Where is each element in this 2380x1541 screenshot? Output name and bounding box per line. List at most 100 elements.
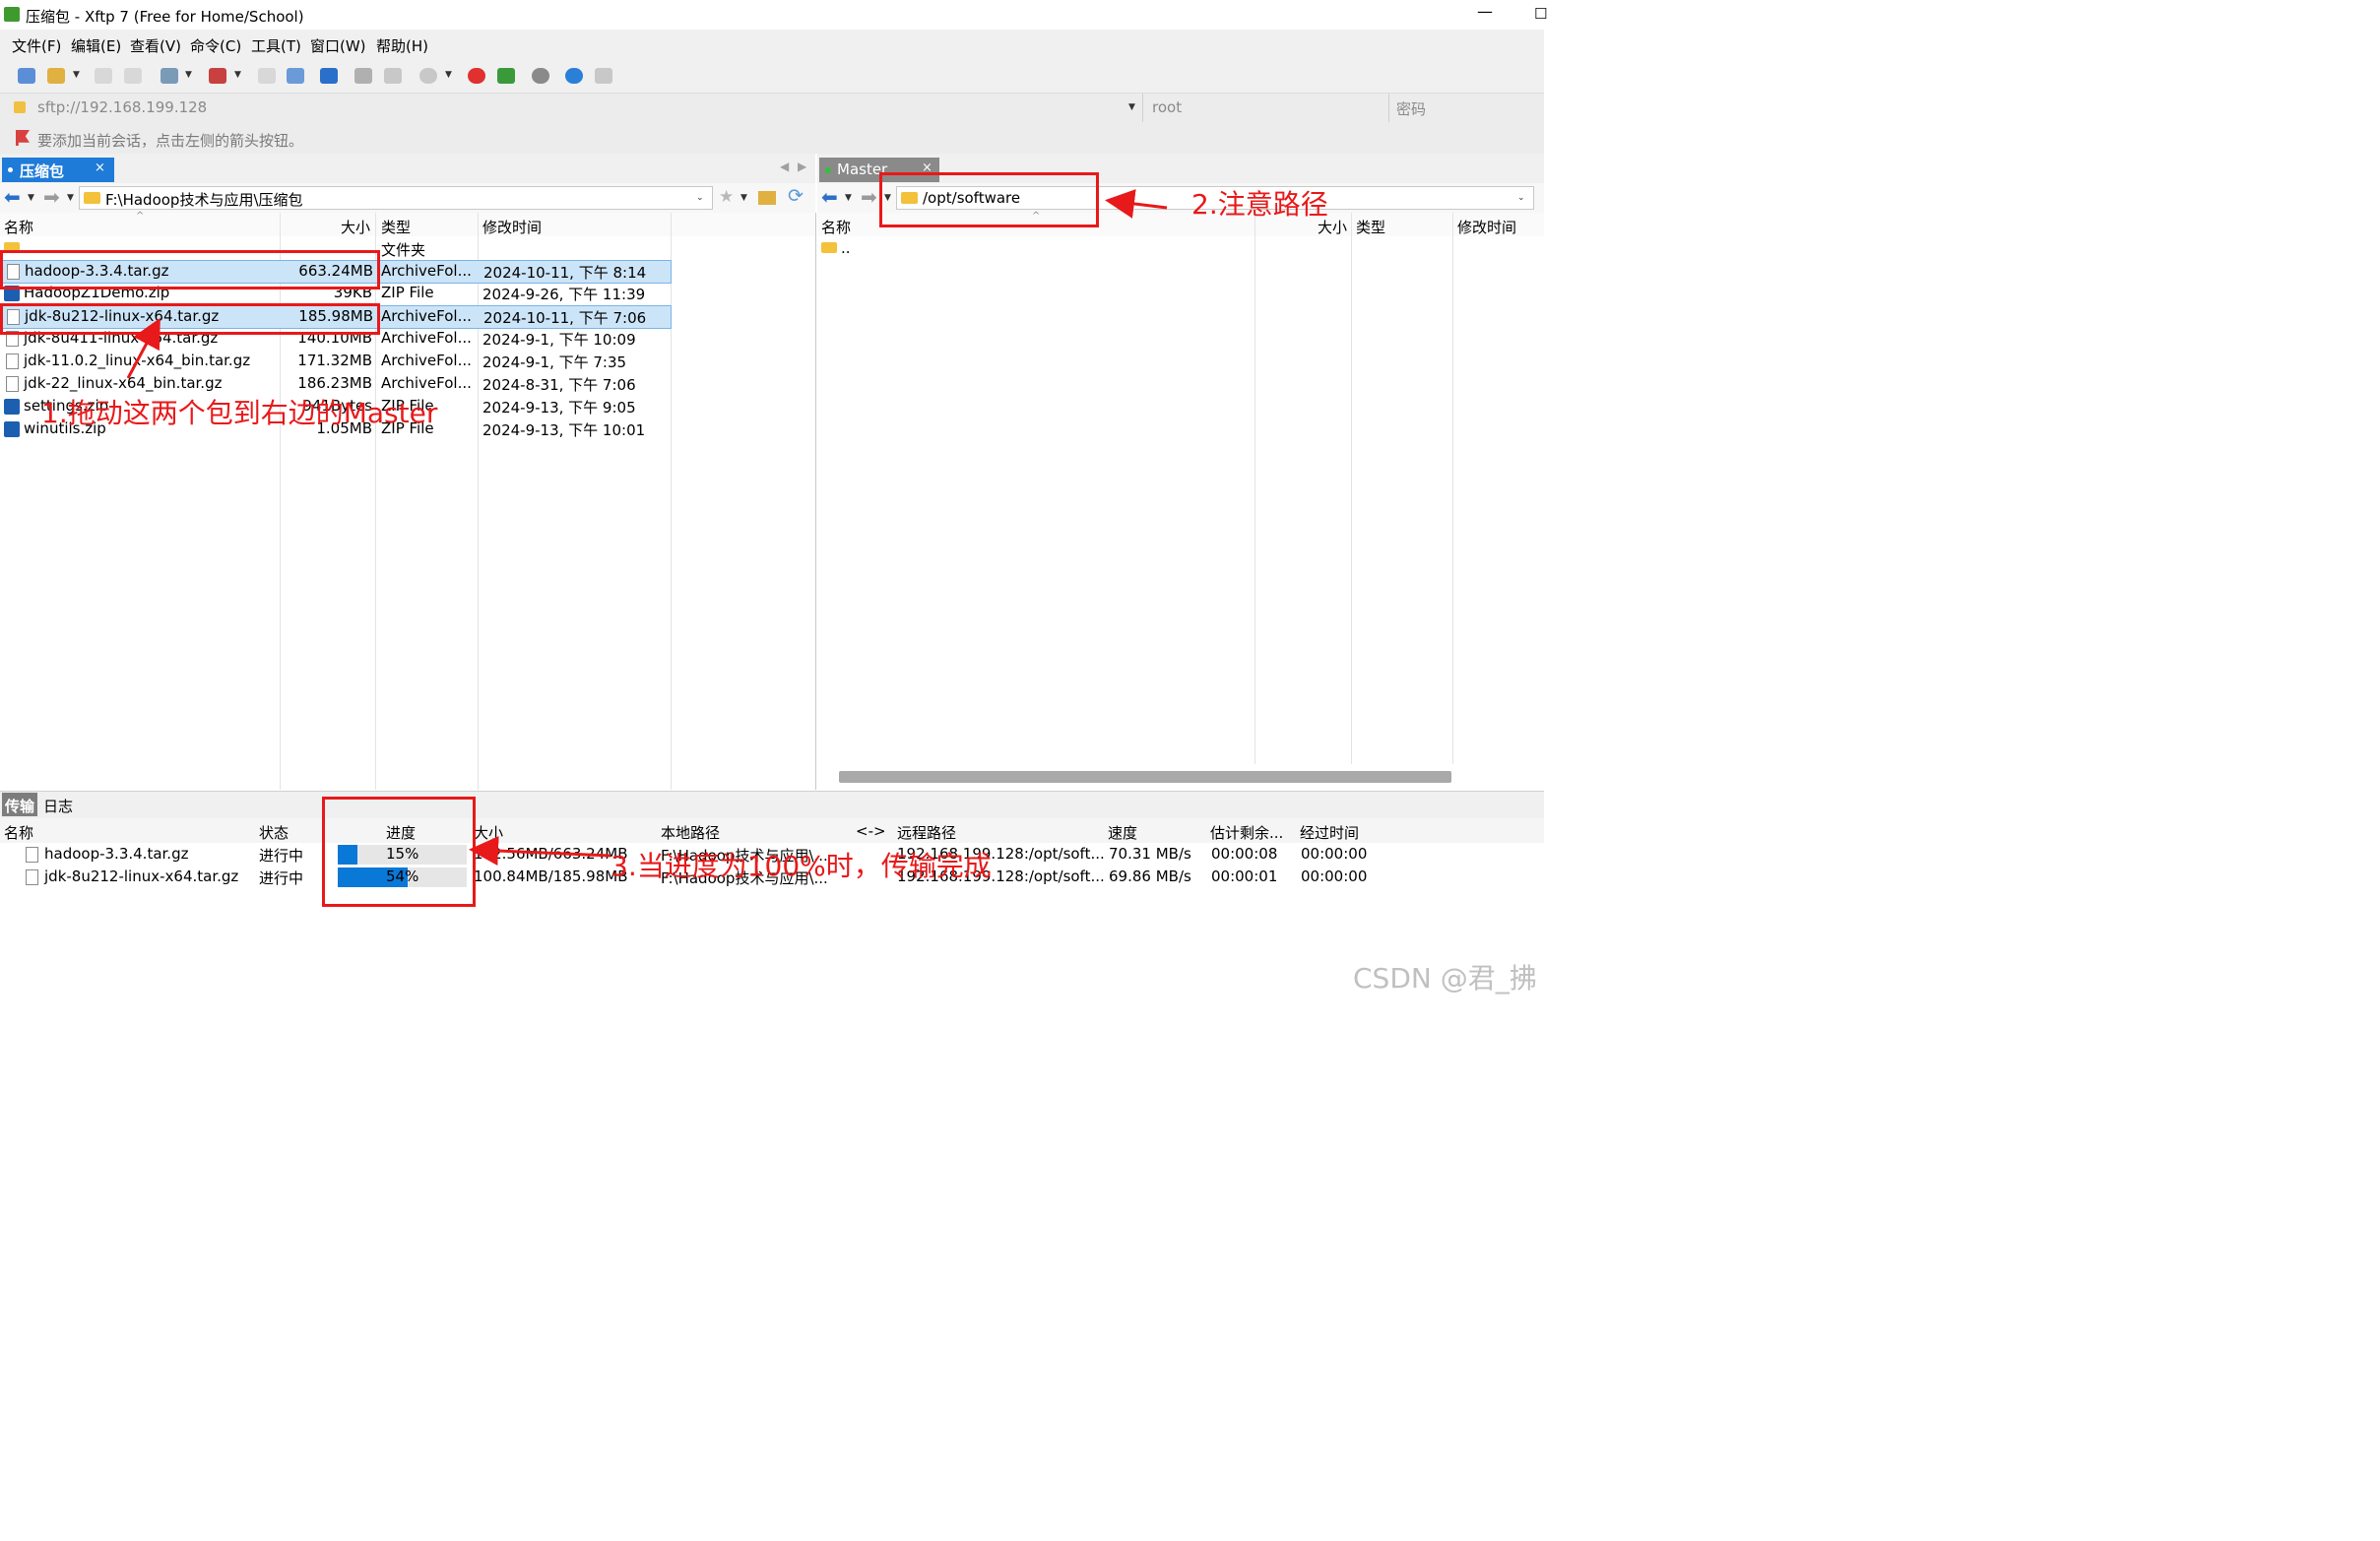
col-type[interactable]: 类型 — [381, 217, 411, 237]
col-status[interactable]: 状态 — [259, 822, 289, 843]
username-field[interactable]: root — [1152, 98, 1182, 116]
settings-gear-icon[interactable] — [532, 68, 549, 84]
home-icon[interactable] — [758, 191, 776, 205]
file-type: ArchiveFol... — [381, 352, 472, 369]
col-direction[interactable]: <-> — [856, 822, 886, 840]
file-icon — [6, 353, 19, 369]
chevron-down-icon[interactable]: ▼ — [234, 70, 241, 80]
chevron-down-icon[interactable]: ⌄ — [696, 193, 704, 203]
col-transfer-size[interactable]: 大小 — [474, 822, 503, 843]
file-modified: 2024-10-11, 下午 8:14 — [483, 264, 647, 282]
file-name: .. — [841, 239, 851, 257]
file-type: 文件夹 — [381, 241, 426, 259]
toolbar: ▼ ▼ ▼ ▼ — [0, 59, 1544, 93]
chevron-down-icon[interactable]: ▼ — [740, 193, 747, 203]
minimize-button[interactable]: — — [1477, 2, 1493, 21]
back-arrow-icon[interactable]: ⬅ — [4, 185, 21, 209]
col-size[interactable]: 大小 — [341, 217, 370, 237]
tab-prev-icon[interactable]: ◀ — [780, 160, 789, 173]
chevron-down-icon[interactable]: ▼ — [67, 193, 74, 203]
col-eta[interactable]: 估计剩余... — [1210, 822, 1283, 843]
menu-window[interactable]: 窗口(W) — [310, 35, 366, 56]
menu-help[interactable]: 帮助(H) — [376, 35, 428, 56]
xftp-icon[interactable] — [497, 68, 515, 84]
file-type: ArchiveFol... — [381, 262, 472, 280]
file-type: ArchiveFol... — [381, 374, 472, 392]
col-local-path[interactable]: 本地路径 — [661, 822, 720, 843]
host-input[interactable]: sftp://192.168.199.128 — [37, 98, 207, 116]
chevron-down-icon[interactable]: ▼ — [73, 70, 80, 80]
column-divider — [1351, 213, 1352, 764]
new-session-icon[interactable] — [18, 68, 35, 84]
properties-icon[interactable] — [161, 68, 178, 84]
open-folder-icon[interactable] — [47, 68, 65, 84]
password-field[interactable]: 密码 — [1396, 98, 1426, 119]
tab-next-icon[interactable]: ▶ — [798, 160, 806, 173]
menu-view[interactable]: 查看(V) — [130, 35, 181, 56]
title-bar: 压缩包 - Xftp 7 (Free for Home/School) — ☐ — [0, 0, 1547, 30]
hint-text: 要添加当前会话，点击左侧的箭头按钮。 — [37, 132, 304, 150]
xshell-icon[interactable] — [468, 68, 485, 84]
connect-icon[interactable] — [95, 68, 112, 84]
col-modified[interactable]: 修改时间 — [482, 217, 542, 237]
annotation-box-progress — [322, 797, 476, 907]
col-speed[interactable]: 速度 — [1108, 822, 1137, 843]
tab-transfer[interactable]: 传输 — [2, 793, 37, 816]
col-modified[interactable]: 修改时间 — [1457, 217, 1516, 237]
col-elapsed[interactable]: 经过时间 — [1300, 822, 1359, 843]
copy-icon[interactable] — [354, 68, 372, 84]
transfer-status: 进行中 — [259, 869, 304, 887]
file-name: jdk-22_linux-x64_bin.tar.gz — [24, 374, 223, 392]
watermark: CSDN @君_拂 — [1353, 962, 1537, 995]
chat-icon[interactable] — [595, 68, 612, 84]
chevron-down-icon[interactable]: ▼ — [445, 70, 452, 80]
chevron-down-icon[interactable]: ▼ — [845, 193, 852, 203]
record-icon[interactable] — [419, 68, 437, 84]
menu-bar: 文件(F) 编辑(E) 查看(V) 命令(C) 工具(T) 窗口(W) 帮助(H… — [0, 30, 1544, 59]
forward-arrow-icon[interactable]: ➡ — [43, 185, 60, 209]
close-icon[interactable]: × — [95, 161, 105, 175]
col-remote-path[interactable]: 远程路径 — [897, 822, 956, 843]
chevron-down-icon[interactable]: ▼ — [1128, 102, 1135, 112]
horizontal-scrollbar[interactable] — [839, 771, 1451, 783]
forward-arrow-icon[interactable]: ➡ — [861, 185, 877, 209]
zip-icon — [4, 399, 20, 415]
transfer-header: 名称 状态 进度 大小 本地路径 <-> 远程路径 速度 估计剩余... 经过时… — [0, 818, 1544, 843]
annotation-path-note: 2.注意路径 — [1191, 188, 1328, 221]
file-modified: 2024-9-1, 下午 10:09 — [482, 331, 636, 349]
local-path-input[interactable]: F:\Hadoop技术与应用\压缩包 ⌄ — [79, 186, 713, 210]
open-local-icon[interactable] — [258, 68, 276, 84]
maximize-button[interactable]: ☐ — [1534, 5, 1547, 23]
col-name[interactable]: 名称 — [821, 217, 851, 237]
local-path-text: F:\Hadoop技术与应用\压缩包 — [105, 191, 303, 209]
col-transfer-name[interactable]: 名称 — [4, 822, 33, 843]
divider — [1142, 94, 1143, 123]
disconnect-icon[interactable] — [124, 68, 142, 84]
menu-command[interactable]: 命令(C) — [190, 35, 241, 56]
chevron-down-icon[interactable]: ▼ — [28, 193, 34, 203]
file-row-parent[interactable]: .. — [817, 238, 1251, 260]
bookmark-star-icon[interactable]: ★ — [719, 187, 734, 207]
menu-file[interactable]: 文件(F) — [12, 35, 61, 56]
sync-icon[interactable] — [320, 68, 338, 84]
menu-tools[interactable]: 工具(T) — [251, 35, 301, 56]
paste-icon[interactable] — [384, 68, 402, 84]
bookmark-flag-icon[interactable] — [16, 130, 30, 146]
file-icon — [26, 869, 38, 885]
file-row-jdk11[interactable]: jdk-11.0.2_linux-x64_bin.tar.gz 171.32MB… — [0, 351, 670, 372]
refresh-icon[interactable]: ⟳ — [788, 185, 804, 207]
col-type[interactable]: 类型 — [1356, 217, 1385, 237]
menu-edit[interactable]: 编辑(E) — [71, 35, 121, 56]
file-type: ArchiveFol... — [381, 329, 472, 347]
col-name[interactable]: 名称 — [4, 217, 33, 237]
tab-log[interactable]: 日志 — [43, 796, 73, 816]
chevron-down-icon[interactable]: ⌄ — [1517, 193, 1525, 203]
tab-local[interactable]: 压缩包 × — [2, 158, 114, 182]
back-arrow-icon[interactable]: ⬅ — [821, 185, 838, 209]
help-icon[interactable] — [565, 68, 583, 84]
chevron-down-icon[interactable]: ▼ — [185, 70, 192, 80]
address-bar: sftp://192.168.199.128 ▼ root 密码 — [0, 93, 1544, 123]
terminal-icon[interactable] — [209, 68, 226, 84]
transfer-tab-strip — [0, 791, 1544, 819]
transfer-right-icon[interactable] — [287, 68, 304, 84]
